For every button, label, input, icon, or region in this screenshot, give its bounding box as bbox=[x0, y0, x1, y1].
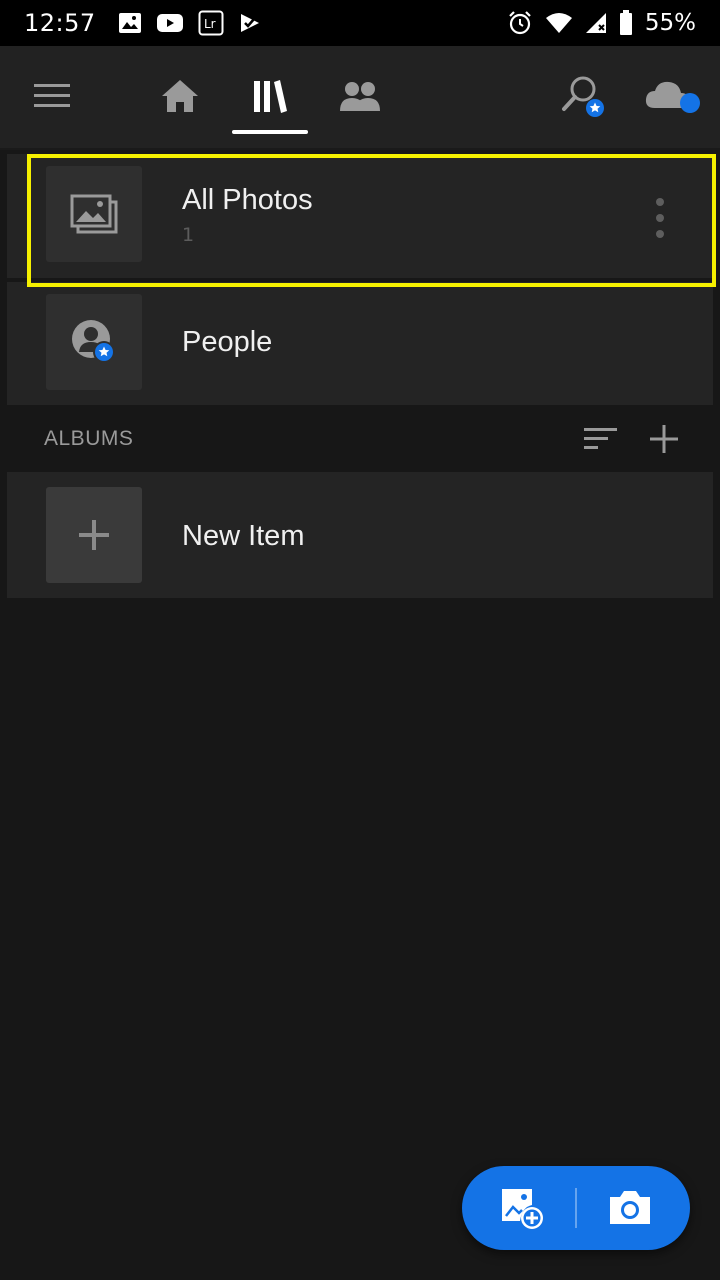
add-photos-button[interactable] bbox=[472, 1166, 572, 1250]
people-shared-icon bbox=[340, 82, 380, 111]
active-tab-indicator bbox=[232, 130, 308, 134]
cell-signal-icon bbox=[585, 12, 607, 34]
photos-stack-icon bbox=[70, 194, 118, 234]
more-options-button[interactable] bbox=[648, 198, 672, 238]
battery-percent: 55% bbox=[644, 10, 696, 36]
status-bar: 12:57 Lr 55% bbox=[0, 0, 720, 46]
add-photo-icon bbox=[502, 1189, 543, 1229]
gallery-notification-icon bbox=[118, 12, 142, 34]
search-button[interactable] bbox=[550, 64, 614, 128]
tab-library[interactable] bbox=[238, 64, 302, 128]
home-icon bbox=[162, 80, 198, 112]
top-toolbar bbox=[0, 46, 720, 150]
people-title: People bbox=[182, 326, 273, 358]
people-thumbnail bbox=[46, 294, 142, 390]
add-plus-icon bbox=[79, 520, 109, 550]
status-time: 12:57 bbox=[24, 9, 96, 37]
more-vertical-icon bbox=[656, 198, 664, 206]
wifi-icon bbox=[545, 12, 573, 34]
hamburger-menu-icon bbox=[34, 84, 70, 107]
person-star-icon bbox=[72, 320, 115, 363]
all-photos-thumbnail bbox=[46, 166, 142, 262]
menu-button[interactable] bbox=[20, 64, 84, 128]
people-row[interactable]: People bbox=[7, 282, 713, 405]
checkmark-app-notification-icon bbox=[238, 11, 262, 35]
library-icon bbox=[254, 80, 287, 113]
tab-shared[interactable] bbox=[328, 64, 392, 128]
search-icon bbox=[562, 76, 604, 117]
new-item-thumbnail bbox=[46, 487, 142, 583]
plus-icon bbox=[650, 425, 678, 453]
all-photos-row[interactable]: All Photos 1 bbox=[7, 154, 713, 278]
sort-albums-button[interactable] bbox=[578, 421, 622, 457]
new-item-row[interactable]: New Item bbox=[7, 472, 713, 598]
albums-label: ALBUMS bbox=[44, 427, 134, 450]
camera-icon bbox=[610, 1191, 650, 1224]
cloud-sync-icon bbox=[645, 81, 700, 113]
system-status: 55% bbox=[507, 10, 696, 36]
lightroom-notification-icon: Lr bbox=[198, 10, 224, 36]
cloud-sync-button[interactable] bbox=[640, 64, 704, 128]
notification-icons: Lr bbox=[118, 10, 262, 36]
alarm-icon bbox=[507, 10, 533, 36]
youtube-notification-icon bbox=[156, 12, 184, 34]
sort-icon bbox=[584, 428, 617, 449]
svg-text:Lr: Lr bbox=[204, 17, 216, 31]
battery-icon bbox=[619, 10, 633, 36]
fab-divider bbox=[575, 1188, 577, 1228]
all-photos-title: All Photos bbox=[182, 184, 313, 216]
tab-home[interactable] bbox=[148, 64, 212, 128]
add-album-button[interactable] bbox=[644, 419, 684, 459]
all-photos-count: 1 bbox=[182, 224, 195, 246]
albums-section-header: ALBUMS bbox=[0, 405, 720, 471]
floating-action-buttons bbox=[462, 1166, 690, 1250]
new-item-title: New Item bbox=[182, 520, 305, 552]
camera-button[interactable] bbox=[580, 1166, 680, 1250]
